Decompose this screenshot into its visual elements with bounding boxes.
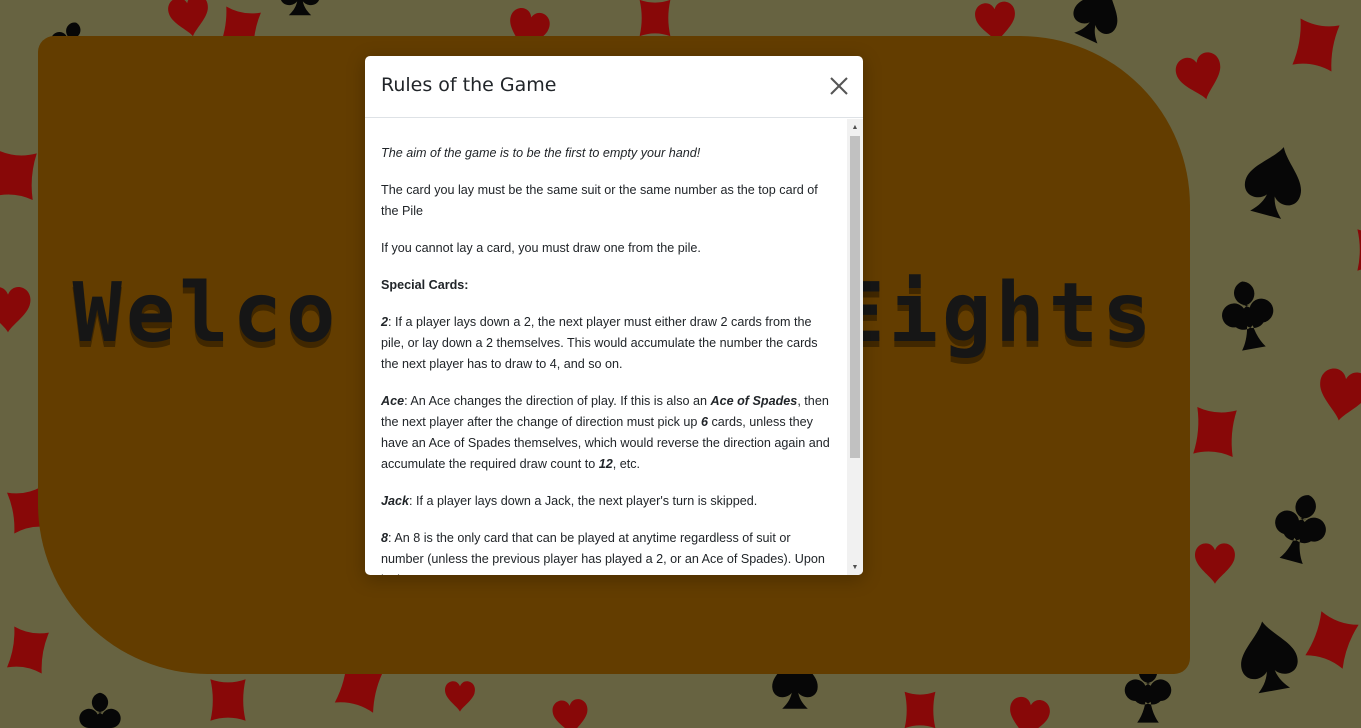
scroll-thumb[interactable] (850, 136, 860, 458)
modal-body[interactable]: The aim of the game is to be the first t… (365, 119, 847, 575)
rule-suit: The card you lay must be the same suit o… (381, 183, 818, 218)
special-cards-heading: Special Cards: (381, 278, 469, 292)
modal-scrollbar[interactable]: ▲ ▼ (847, 119, 863, 575)
rule-two: 2: If a player lays down a 2, the next p… (381, 315, 818, 371)
rule-jack: Jack: If a player lays down a Jack, the … (381, 494, 758, 508)
modal-header: Rules of the Game (365, 56, 863, 118)
rule-draw: If you cannot lay a card, you must draw … (381, 241, 701, 255)
close-button[interactable] (829, 76, 849, 96)
close-icon (830, 77, 848, 95)
rule-aim: The aim of the game is to be the first t… (381, 146, 701, 160)
rule-ace: Ace: An Ace changes the direction of pla… (381, 394, 830, 471)
scroll-up-arrow-icon[interactable]: ▲ (847, 119, 863, 135)
rules-modal: Rules of the Game The aim of the game is… (365, 56, 863, 575)
rule-eight: 8: An 8 is the only card that can be pla… (381, 531, 825, 575)
modal-title: Rules of the Game (381, 74, 557, 96)
scroll-down-arrow-icon[interactable]: ▼ (847, 559, 863, 575)
